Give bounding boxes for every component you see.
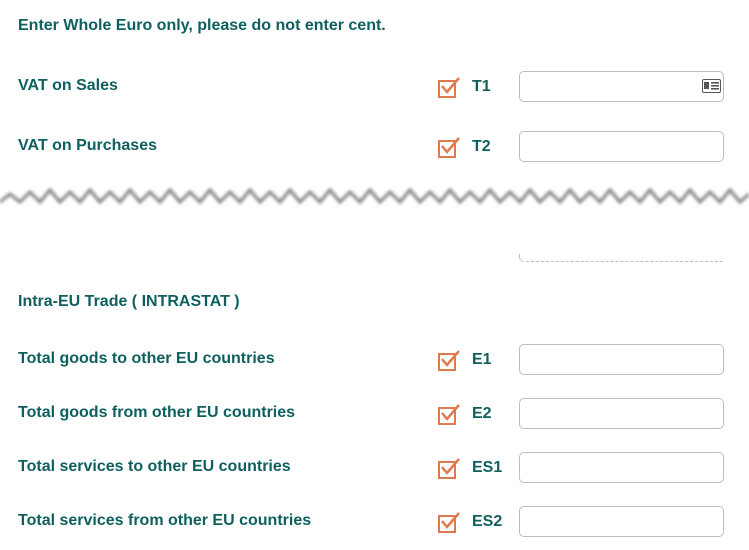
vat-on-purchases-label: VAT on Purchases bbox=[18, 137, 157, 154]
es2-field[interactable] bbox=[519, 506, 724, 537]
goods-from-eu-label: Total goods from other EU countries bbox=[18, 404, 296, 421]
e1-field[interactable] bbox=[519, 344, 724, 375]
checkmark-icon bbox=[441, 404, 460, 421]
t2-checkbox[interactable] bbox=[438, 137, 460, 158]
partial-field-edge bbox=[519, 254, 724, 262]
es2-code: ES2 bbox=[472, 513, 503, 530]
e2-checkbox[interactable] bbox=[438, 404, 460, 425]
checkmark-icon bbox=[441, 77, 460, 94]
checkmark-icon bbox=[441, 512, 460, 529]
contact-card-icon[interactable] bbox=[702, 79, 721, 93]
checkmark-icon bbox=[441, 137, 460, 154]
e1-checkbox[interactable] bbox=[438, 350, 460, 371]
es1-field[interactable] bbox=[519, 452, 724, 483]
t1-code: T1 bbox=[472, 78, 491, 95]
es2-checkbox[interactable] bbox=[438, 512, 460, 533]
instruction-text: Enter Whole Euro only, please do not ent… bbox=[18, 17, 386, 34]
e2-field[interactable] bbox=[519, 398, 724, 429]
e1-code: E1 bbox=[472, 351, 492, 368]
goods-to-eu-label: Total goods to other EU countries bbox=[18, 350, 275, 367]
es1-checkbox[interactable] bbox=[438, 458, 460, 479]
t2-code: T2 bbox=[472, 138, 491, 155]
t2-field[interactable] bbox=[519, 131, 724, 162]
t1-checkbox[interactable] bbox=[438, 77, 460, 98]
services-to-eu-label: Total services to other EU countries bbox=[18, 458, 291, 475]
checkmark-icon bbox=[441, 350, 460, 367]
e2-code: E2 bbox=[472, 405, 492, 422]
vat-on-sales-label: VAT on Sales bbox=[18, 77, 118, 94]
services-from-eu-label: Total services from other EU countries bbox=[18, 512, 312, 529]
es1-code: ES1 bbox=[472, 459, 503, 476]
intrastat-section-title: Intra-EU Trade ( INTRASTAT ) bbox=[18, 293, 240, 310]
checkmark-icon bbox=[441, 458, 460, 475]
t1-field[interactable] bbox=[519, 71, 724, 102]
torn-edge-divider bbox=[0, 187, 749, 205]
